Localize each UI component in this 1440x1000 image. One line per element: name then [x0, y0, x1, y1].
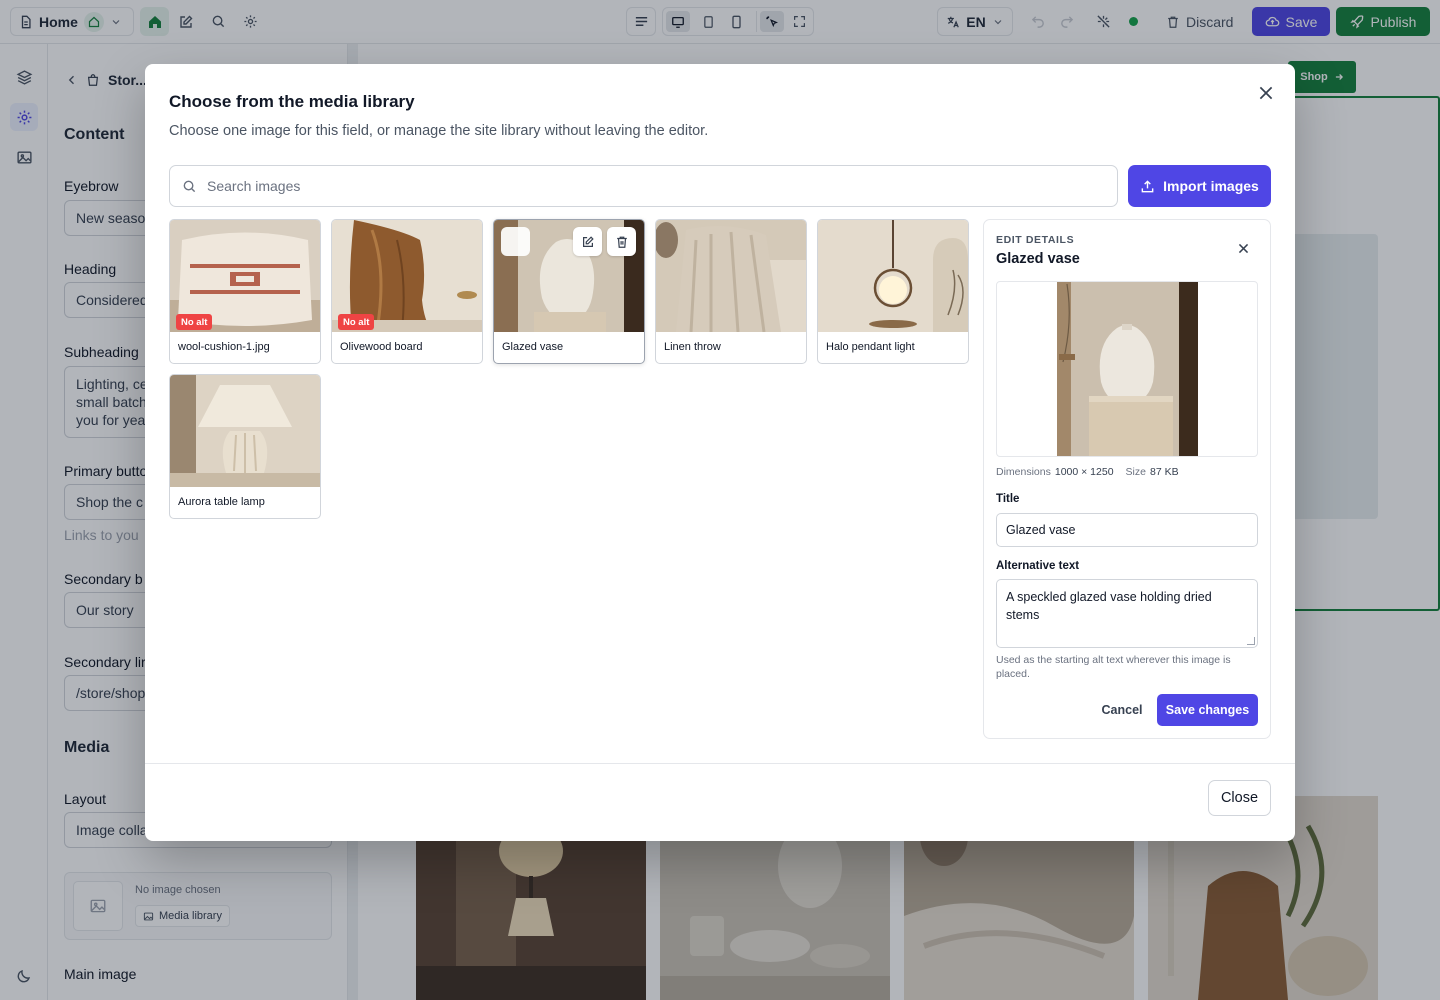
media-card[interactable]: Halo pendant light [817, 219, 969, 364]
save-changes-button[interactable]: Save changes [1157, 694, 1258, 726]
trash-icon [615, 235, 629, 249]
title-field-label: Title [996, 493, 1020, 505]
image-meta: Dimensions 1000 × 1250 Size 87 KB [996, 466, 1187, 478]
media-card[interactable]: Aurora table lamp [169, 374, 321, 519]
media-card[interactable]: No alt wool-cushion-1.jpg [169, 219, 321, 364]
image-thumbnail [656, 220, 806, 332]
import-images-label: Import images [1163, 178, 1259, 194]
dialog-title: Choose from the media library [169, 92, 415, 111]
edit-image-button[interactable] [573, 227, 602, 256]
image-preview [996, 281, 1258, 457]
size-value: 87 KB [1149, 466, 1179, 478]
select-checkbox[interactable] [501, 227, 530, 256]
details-eyebrow: EDIT DETAILS [996, 234, 1075, 246]
upload-icon [1140, 179, 1155, 194]
alt-text-label: Alternative text [996, 560, 1080, 572]
details-close-button[interactable] [1233, 238, 1253, 258]
media-card-name: Aurora table lamp [178, 496, 265, 508]
alt-text-textarea[interactable]: A speckled glazed vase holding dried ste… [996, 579, 1258, 648]
dialog-footer-divider [145, 763, 1295, 764]
close-icon [1257, 84, 1275, 102]
image-thumbnail [170, 375, 320, 487]
search-icon [182, 179, 197, 194]
dialog-subtitle: Choose one image for this field, or mana… [169, 123, 709, 139]
media-library-dialog: Choose from the media library Choose one… [145, 64, 1295, 841]
close-icon [1237, 242, 1250, 255]
dimensions-value: 1000 × 1250 [1054, 466, 1114, 478]
image-search [169, 165, 1118, 207]
pencil-icon [581, 235, 595, 249]
search-input[interactable] [207, 178, 1087, 194]
dimensions-label: Dimensions [996, 466, 1051, 478]
title-input[interactable]: Glazed vase [996, 513, 1258, 547]
media-card[interactable]: Linen throw [655, 219, 807, 364]
edit-details-panel: EDIT DETAILS Glazed vase Dimensions 1000… [983, 219, 1271, 739]
alt-text-help: Used as the starting alt text wherever t… [996, 654, 1231, 680]
media-card-name: Olivewood board [340, 341, 423, 353]
cancel-button[interactable]: Cancel [1092, 694, 1152, 726]
media-card-name: Halo pendant light [826, 341, 915, 353]
media-card-name: Linen throw [664, 341, 721, 353]
dialog-close-button[interactable] [1254, 81, 1278, 105]
no-alt-badge: No alt [176, 314, 213, 330]
media-card[interactable]: No alt Olivewood board [331, 219, 483, 364]
details-title: Glazed vase [996, 251, 1080, 267]
media-card-name: wool-cushion-1.jpg [178, 341, 270, 353]
no-alt-badge: No alt [338, 314, 375, 330]
media-card-selected[interactable]: Glazed vase [493, 219, 645, 364]
size-label: Size [1125, 466, 1146, 478]
import-images-button[interactable]: Import images [1128, 165, 1271, 207]
image-thumbnail [818, 220, 968, 332]
delete-image-button[interactable] [607, 227, 636, 256]
media-card-name: Glazed vase [502, 341, 564, 353]
close-dialog-button[interactable]: Close [1208, 780, 1271, 816]
